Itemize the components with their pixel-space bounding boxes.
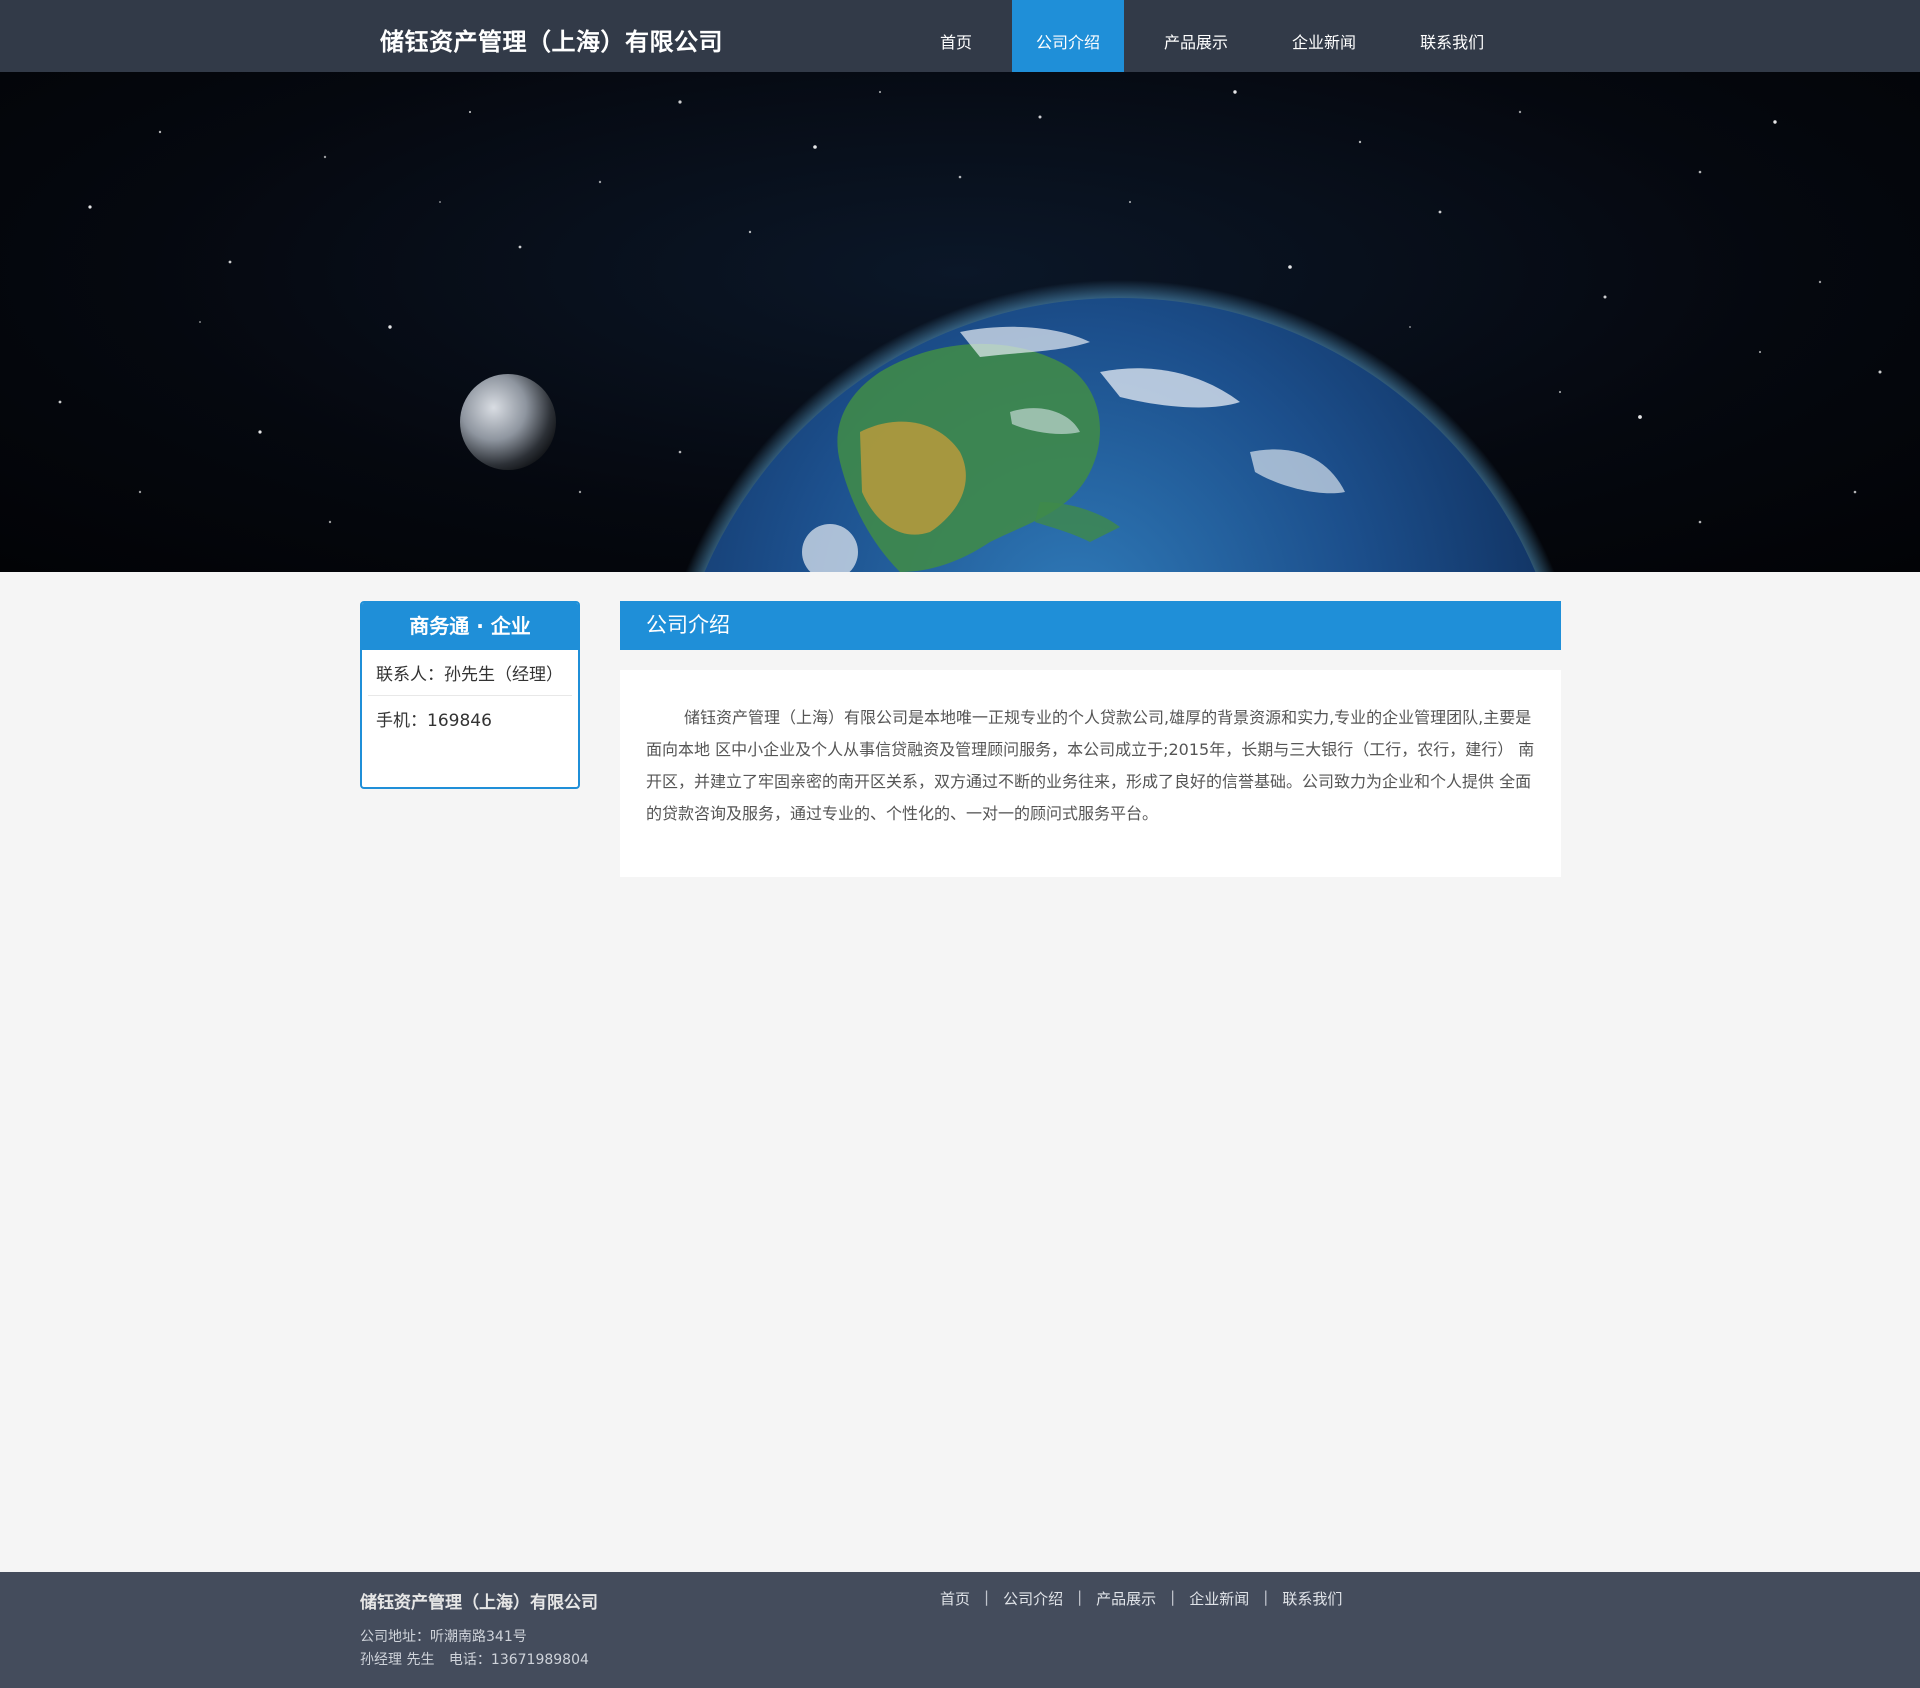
footer-link-contact[interactable]: 联系我们: [1282, 1588, 1342, 1609]
footer-link-about[interactable]: 公司介绍: [1003, 1588, 1063, 1609]
nav-item-products[interactable]: 产品展示: [1140, 0, 1252, 72]
sidebar-title: 商务通 · 企业: [362, 603, 578, 650]
footer-separator: |: [1170, 1588, 1176, 1606]
main-nav: 首页 公司介绍 产品展示 企业新闻 联系我们: [916, 0, 1524, 72]
footer-separator: |: [984, 1588, 990, 1606]
footer-nav: 首页 | 公司介绍 | 产品展示 | 企业新闻 | 联系我们: [940, 1588, 1342, 1609]
footer-link-home[interactable]: 首页: [940, 1588, 970, 1609]
company-intro-text: 储钰资产管理（上海）有限公司是本地唯一正规专业的个人贷款公司,雄厚的背景资源和实…: [646, 708, 1535, 823]
footer-contact: 孙经理 先生 电话：13671989804: [360, 1649, 589, 1669]
footer-address: 公司地址：听潮南路341号: [360, 1629, 527, 1645]
nav-item-contact[interactable]: 联系我们: [1396, 0, 1508, 72]
nav-item-home[interactable]: 首页: [916, 0, 996, 72]
site-header: 储钰资产管理（上海）有限公司 首页 公司介绍 产品展示 企业新闻 联系我们: [0, 0, 1920, 72]
site-footer: 储钰资产管理（上海）有限公司 公司地址：听潮南路341号 孙经理 先生 电话：1…: [0, 1572, 1920, 1688]
hero-banner: [0, 72, 1920, 572]
section-title: 公司介绍: [620, 601, 1561, 650]
nav-item-about[interactable]: 公司介绍: [1012, 0, 1125, 72]
footer-separator: |: [1263, 1588, 1269, 1606]
contact-person: 联系人：孙先生（经理）: [368, 650, 572, 696]
footer-separator: |: [1077, 1588, 1083, 1606]
footer-phone: 电话：13671989804: [448, 1652, 589, 1668]
footer-link-products[interactable]: 产品展示: [1096, 1588, 1156, 1609]
contact-sidebar: 商务通 · 企业 联系人：孙先生（经理） 手机：169846: [360, 601, 580, 789]
company-intro: 储钰资产管理（上海）有限公司是本地唯一正规专业的个人贷款公司,雄厚的背景资源和实…: [620, 670, 1561, 877]
earth: [704, 298, 1536, 572]
earth-space-image: [58, 90, 1882, 572]
mobile-number: 手机：169846: [376, 711, 492, 731]
moon: [460, 374, 556, 470]
footer-contact-name: 孙经理 先生: [360, 1652, 435, 1668]
site-logo-text[interactable]: 储钰资产管理（上海）有限公司: [380, 22, 723, 57]
footer-link-news[interactable]: 企业新闻: [1189, 1588, 1249, 1609]
nav-item-news[interactable]: 企业新闻: [1268, 0, 1380, 72]
footer-company-name: 储钰资产管理（上海）有限公司: [360, 1593, 598, 1613]
